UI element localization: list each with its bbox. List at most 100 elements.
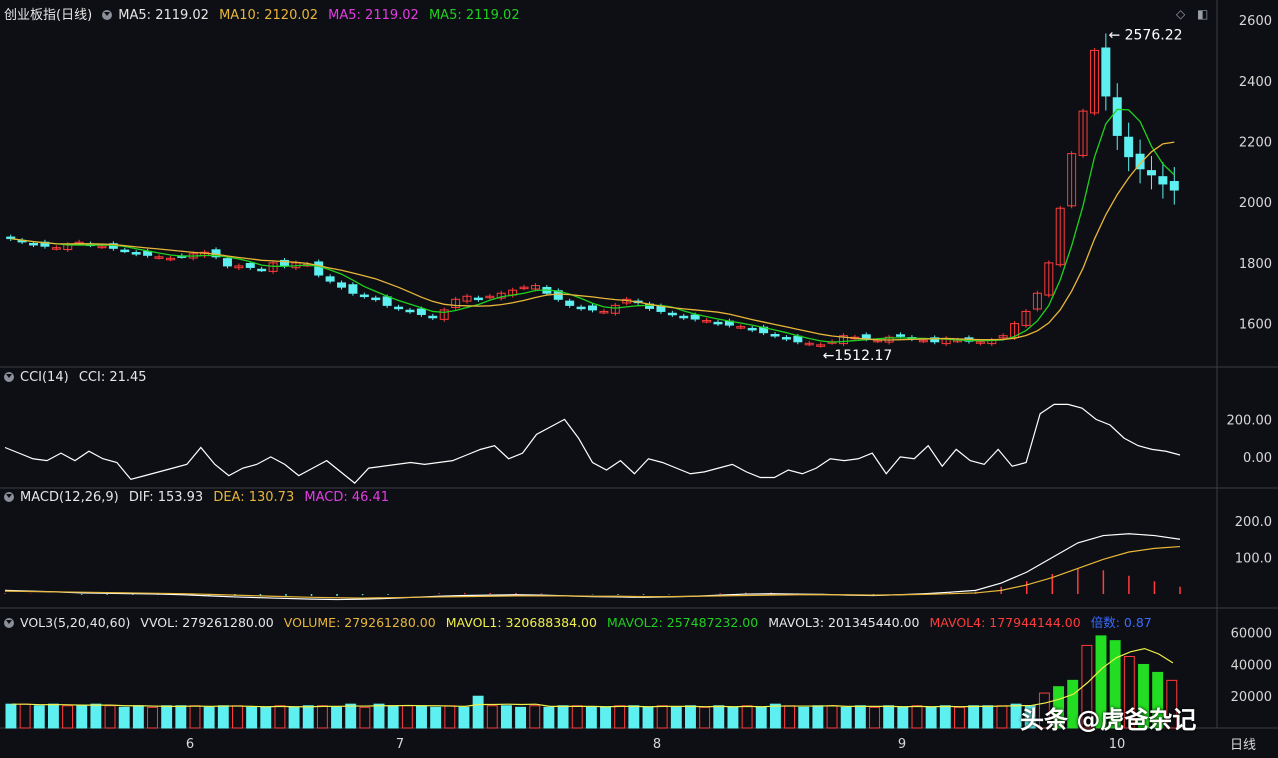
volume-bar	[614, 705, 626, 729]
mavol2-value: MAVOL2: 257487232.00	[606, 615, 759, 630]
y-tick-label: 200.0	[1235, 515, 1272, 530]
volume-bar	[274, 705, 286, 729]
candle-body	[770, 334, 780, 337]
volume-bar	[458, 706, 470, 729]
candle-body	[1146, 170, 1156, 176]
candle-body	[667, 312, 677, 316]
ma5-magenta-label: MA5: 2119.02	[328, 8, 419, 23]
candle-body	[257, 268, 267, 272]
candles-layer: ← 2576.22 ←1512.17	[6, 27, 1183, 364]
cci-panel	[4, 403, 1181, 484]
main-header: 创业板指(日线) MA5: 2119.02 MA10: 2120.02 MA5:…	[4, 4, 526, 23]
candle-body	[29, 242, 39, 246]
vol-dropdown-icon[interactable]	[4, 618, 14, 628]
macd-dropdown-icon[interactable]	[4, 492, 14, 502]
volume-bar	[76, 705, 88, 729]
candle-body	[359, 294, 369, 298]
candle-body	[565, 300, 575, 306]
candle-body	[1158, 176, 1168, 185]
x-tick-label: 6	[186, 737, 194, 752]
volume-bar	[345, 703, 357, 729]
macd-panel	[4, 533, 1181, 601]
cci-title: CCI(14)	[20, 370, 69, 385]
dropdown-icon[interactable]	[102, 10, 113, 20]
volume-bar	[784, 705, 796, 729]
candle-body	[416, 308, 426, 315]
volume-bar	[911, 705, 923, 729]
volume-bar	[897, 706, 909, 729]
watermark: 头条 @虎爸杂记	[1020, 706, 1197, 734]
volume-bar	[288, 706, 300, 729]
volume-bar	[359, 706, 371, 729]
volume-bar	[331, 706, 343, 729]
stock-chart-svg: 1600 1800 2000 2200 2400 2600 0.00 200.00 100.0 2…	[0, 0, 1278, 752]
volume-bar	[47, 703, 59, 729]
volume-bar	[246, 706, 258, 729]
ma5-label: MA5: 2119.02	[118, 8, 209, 23]
macd-dea: DEA: 130.73	[213, 490, 295, 505]
dea-line	[4, 545, 1181, 599]
volume-bar	[883, 705, 895, 729]
candle-body	[896, 334, 906, 337]
cci-value: CCI: 21.45	[78, 370, 147, 385]
candle-body	[861, 334, 871, 340]
candle-body	[337, 282, 347, 288]
y-tick-label: 1800	[1239, 257, 1272, 272]
low-annotation: ←1512.17	[823, 348, 893, 364]
candle-body	[348, 284, 358, 294]
candle-body	[325, 276, 335, 282]
volume-bar	[953, 706, 965, 729]
y-tick-label: 2000	[1239, 196, 1272, 211]
volume-bar	[968, 705, 980, 729]
window-icon[interactable]: ◧	[1197, 7, 1208, 21]
chart-window: { "header": { "main_title": "创业板指(日线)", …	[0, 0, 1278, 758]
candle-body	[245, 262, 255, 268]
macd-value: MACD: 46.41	[304, 490, 390, 505]
y-tick-label: 60000	[1231, 627, 1272, 642]
cci-header: CCI(14) CCI: 21.45	[4, 370, 153, 385]
volume-bar	[175, 705, 187, 729]
y-tick-label: 1600	[1239, 318, 1272, 333]
volume-bar	[656, 705, 668, 729]
candle-body	[314, 261, 324, 276]
candle-body	[428, 315, 438, 319]
macd-header: MACD(12,26,9) DIF: 153.93 DEA: 130.73 MA…	[4, 490, 395, 505]
volume-panel	[5, 635, 1178, 729]
volume-bar	[755, 706, 767, 729]
y-tick-label: 200.00	[1227, 413, 1273, 428]
period-label[interactable]: 日线	[1230, 734, 1256, 753]
candle-body	[371, 297, 381, 301]
volume-bar	[387, 705, 399, 729]
volume-bar	[104, 705, 116, 729]
volume-bar	[854, 705, 866, 729]
diamond-icon[interactable]: ◇	[1176, 7, 1185, 21]
volume-bar	[203, 706, 215, 729]
volume-bar	[147, 706, 158, 729]
candle-body	[1101, 47, 1111, 97]
volume-bar	[500, 705, 512, 729]
volume-bar	[699, 706, 711, 729]
x-tick-label: 9	[898, 737, 906, 752]
candle-body	[1169, 181, 1179, 191]
volume-bar	[132, 705, 144, 729]
cci-dropdown-icon[interactable]	[4, 372, 14, 382]
volume-bar	[557, 705, 569, 729]
volume-bar	[444, 705, 456, 729]
candle-body	[713, 321, 723, 325]
main-title: 创业板指(日线)	[4, 8, 93, 23]
y-tick-label: 40000	[1231, 658, 1272, 673]
volume-bar	[118, 706, 130, 729]
candle-body	[1112, 97, 1122, 136]
y-tick-label: 2200	[1239, 135, 1272, 150]
volume-bar	[571, 705, 583, 729]
volume-bar	[741, 705, 753, 729]
volume-bar	[925, 706, 937, 729]
y-tick-label: 20000	[1231, 690, 1272, 705]
volume-bar	[585, 706, 597, 729]
volume-bar	[373, 703, 385, 729]
candle-body	[690, 314, 700, 320]
mavol3-value: MAVOL3: 201345440.00	[768, 615, 920, 630]
volume-bar	[628, 705, 640, 729]
volume-bar	[713, 705, 725, 729]
volume-bar	[472, 695, 484, 729]
